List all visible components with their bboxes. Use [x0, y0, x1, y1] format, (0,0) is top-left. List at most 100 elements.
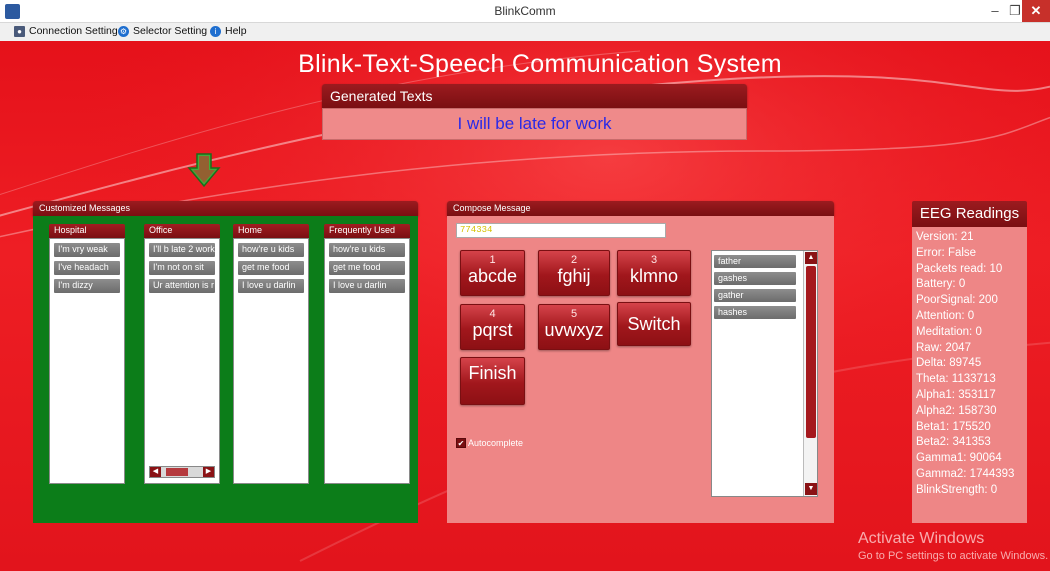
watermark-subtitle: Go to PC settings to activate Windows. — [858, 550, 1049, 562]
eeg-reading: Gamma2: 1744393 — [916, 467, 1015, 480]
eeg-reading: BlinkStrength: 0 — [916, 483, 998, 496]
key-button-1[interactable]: 1 abcde — [460, 250, 525, 296]
eeg-reading: Packets read: 10 — [916, 262, 1003, 275]
eeg-reading: Delta: 89745 — [916, 357, 982, 370]
column-office: Office I'll b late 2 work I'm not on sit… — [144, 224, 220, 484]
column-title: Hospital — [49, 224, 125, 238]
eeg-readings-header: EEG Readings — [912, 201, 1027, 227]
eeg-reading: Alpha1: 353117 — [916, 388, 996, 401]
down-arrow-icon — [186, 152, 222, 193]
suggestion-item[interactable]: father — [714, 255, 796, 268]
menu-selector-setting[interactable]: ⚙ Selector Setting — [118, 25, 207, 37]
menu-label: Help — [225, 25, 247, 37]
minimize-button[interactable]: – — [985, 0, 1005, 22]
app-title: Blink-Text-Speech Communication System — [298, 50, 782, 78]
window-title: BlinkComm — [494, 4, 556, 18]
menu-label: Connection Setting — [29, 25, 118, 37]
key-button-3[interactable]: 3 klmno — [617, 250, 691, 296]
eeg-reading: Theta: 1133713 — [916, 373, 996, 386]
scroll-thumb[interactable] — [166, 468, 188, 476]
list-item[interactable]: Ur attention is r — [149, 279, 215, 293]
eeg-readings-panel: EEG Readings Version: 21 Error: False Pa… — [912, 201, 1027, 523]
key-number: 4 — [489, 308, 496, 320]
suggestion-item[interactable]: gather — [714, 289, 796, 302]
message-list[interactable]: I'll b late 2 work I'm not on sit Ur att… — [144, 238, 220, 484]
menu-help[interactable]: i Help — [210, 25, 247, 37]
vertical-scrollbar[interactable]: ▲ ▼ — [803, 251, 817, 496]
key-number: 1 — [489, 254, 496, 266]
scroll-right-icon[interactable]: ▶ — [203, 467, 214, 477]
watermark-title: Activate Windows — [858, 530, 985, 547]
compose-input[interactable]: 774334 — [456, 223, 666, 238]
column-title: Home — [233, 224, 309, 238]
list-item[interactable]: how're u kids — [238, 243, 304, 257]
list-item[interactable]: get me food — [329, 261, 405, 275]
list-item[interactable]: how're u kids — [329, 243, 405, 257]
key-button-4[interactable]: 4 pqrst — [460, 304, 525, 350]
list-item[interactable]: I love u darlin — [238, 279, 304, 293]
autocomplete-checkbox[interactable]: ✔ Autocomplete — [456, 438, 523, 448]
suggestion-item[interactable]: hashes — [714, 306, 796, 319]
column-frequently-used: Frequently Used how're u kids get me foo… — [324, 224, 410, 484]
eeg-reading: Gamma1: 90064 — [916, 452, 1002, 465]
key-button-2[interactable]: 2 fghij — [538, 250, 610, 296]
eeg-reading: Attention: 0 — [916, 309, 975, 322]
eeg-reading: Meditation: 0 — [916, 325, 982, 338]
scroll-left-icon[interactable]: ◀ — [150, 467, 161, 477]
autocomplete-label: Autocomplete — [468, 438, 524, 448]
column-hospital: Hospital I'm vry weak I've headach I'm d… — [49, 224, 125, 484]
key-number: 2 — [570, 254, 578, 266]
eeg-readings-list: Version: 21 Error: False Packets read: 1… — [912, 227, 1027, 523]
eeg-reading: PoorSignal: 200 — [916, 294, 998, 307]
suggestion-item[interactable]: gashes — [714, 272, 796, 285]
finish-button[interactable]: Finish — [460, 357, 525, 405]
list-item[interactable]: I'm not on sit — [149, 261, 215, 275]
close-button[interactable]: ✕ — [1022, 0, 1050, 22]
message-list[interactable]: how're u kids get me food I love u darli… — [324, 238, 410, 484]
scroll-up-icon[interactable]: ▲ — [805, 252, 817, 264]
list-item[interactable]: I'm dizzy — [54, 279, 120, 293]
list-item[interactable]: I'm vry weak — [54, 243, 120, 257]
generated-text: I will be late for work — [322, 108, 747, 140]
customized-messages-header: Customized Messages — [33, 201, 418, 216]
key-number: 5 — [570, 308, 578, 320]
compose-message-body: 774334 1 abcde 2 fghij 3 klmno 4 pqrst 5… — [447, 216, 834, 523]
eeg-reading: Battery: 0 — [916, 278, 966, 291]
switch-button[interactable]: Switch — [617, 302, 691, 346]
generated-texts-panel: Generated Texts I will be late for work — [322, 84, 747, 140]
key-button-5[interactable]: 5 uvwxyz — [538, 304, 610, 350]
suggestion-list[interactable]: father gashes gather hashes ▲ ▼ — [711, 250, 818, 497]
list-item[interactable]: I'll b late 2 work — [149, 243, 215, 257]
compose-message-header: Compose Message — [447, 201, 834, 216]
key-label: klmno — [629, 266, 678, 286]
eeg-reading: Version: 21 — [916, 231, 974, 243]
list-item[interactable]: I love u darlin — [329, 279, 405, 293]
eeg-reading: Alpha2: 158730 — [916, 404, 997, 417]
list-item[interactable]: I've headach — [54, 261, 120, 275]
scroll-down-icon[interactable]: ▼ — [805, 483, 817, 495]
column-home: Home how're u kids get me food I love u … — [233, 224, 309, 484]
menu-connection-setting[interactable]: ● Connection Setting — [14, 25, 118, 37]
horizontal-scrollbar[interactable]: ◀ ▶ — [149, 466, 215, 478]
list-item[interactable]: get me food — [238, 261, 304, 275]
key-label: abcde — [467, 266, 518, 286]
scroll-thumb[interactable] — [806, 266, 816, 438]
info-icon: i — [210, 25, 221, 37]
menu-bar: ● Connection Setting ⚙ Selector Setting … — [0, 23, 1050, 41]
eeg-reading: Raw: 2047 — [916, 341, 971, 354]
eeg-reading: Beta1: 175520 — [916, 420, 991, 433]
activate-windows-watermark: Activate Windows Go to PC settings to ac… — [858, 530, 1048, 562]
customized-messages-body: Hospital I'm vry weak I've headach I'm d… — [33, 216, 418, 523]
key-label: pqrst — [472, 320, 513, 340]
key-number: 3 — [650, 254, 658, 266]
window-titlebar: BlinkComm – ❐ ✕ — [0, 0, 1050, 23]
eeg-reading: Error: False — [916, 246, 977, 259]
customized-messages-panel: Customized Messages Hospital I'm vry wea… — [33, 201, 418, 523]
message-list[interactable]: how're u kids get me food I love u darli… — [233, 238, 309, 484]
eeg-reading: Beta2: 341353 — [916, 436, 991, 449]
checkbox-checked-icon[interactable]: ✔ — [456, 438, 466, 448]
key-label: uvwxyz — [544, 320, 604, 340]
message-list[interactable]: I'm vry weak I've headach I'm dizzy — [49, 238, 125, 484]
column-title: Office — [144, 224, 220, 238]
compose-message-panel: Compose Message 774334 1 abcde 2 fghij 3… — [447, 201, 834, 523]
